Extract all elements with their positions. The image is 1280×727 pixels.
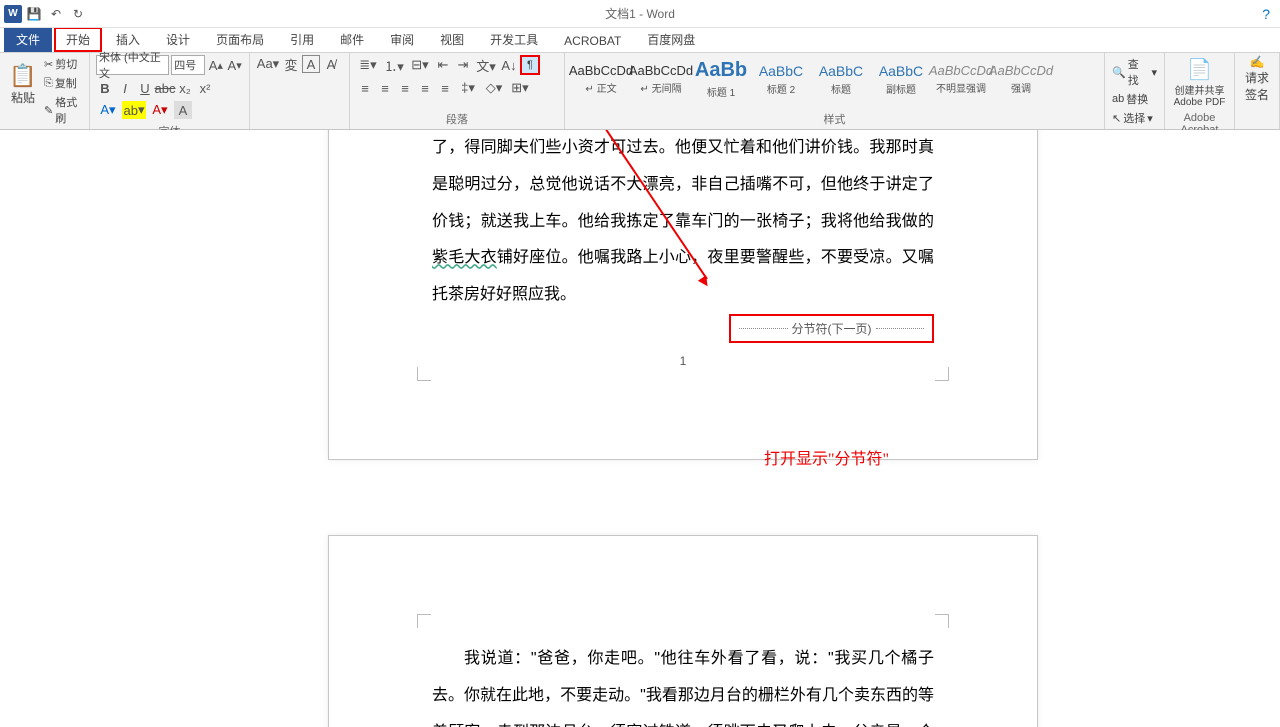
window-title: 文档1 - Word <box>605 5 675 22</box>
text-effects-button[interactable]: A▾ <box>96 101 120 119</box>
bullets-button[interactable]: ≣▾ <box>356 56 380 74</box>
cut-button[interactable]: ✂剪切 <box>42 55 83 73</box>
decrease-indent-button[interactable]: ⇤ <box>434 56 452 74</box>
style-emphasis[interactable]: AaBbCcDd强调 <box>991 55 1051 103</box>
tab-home[interactable]: 开始 <box>54 27 102 52</box>
pdf-icon: 📄 <box>1187 57 1212 82</box>
tab-mailings[interactable]: 邮件 <box>328 27 376 52</box>
superscript-button[interactable]: x² <box>196 79 214 97</box>
ribbon: 📋 粘贴 ✂剪切 ⎘复制 ✎格式刷 剪贴板 宋体 (中文正文 四号 A▴ A▾ … <box>0 52 1280 130</box>
font-color-button[interactable]: A▾ <box>148 101 172 119</box>
numbering-button[interactable]: ⒈▾ <box>382 56 406 74</box>
shading-button[interactable]: ◇▾ <box>482 79 506 97</box>
request-signature-button[interactable]: ✍ 请求 签名 <box>1241 55 1273 103</box>
tab-acrobat[interactable]: ACROBAT <box>552 30 633 52</box>
bold-button[interactable]: B <box>96 79 114 97</box>
format-painter-button[interactable]: ✎格式刷 <box>42 93 83 127</box>
tab-file[interactable]: 文件 <box>4 27 52 52</box>
paragraph-2[interactable]: 我说道："爸爸，你走吧。"他往车外看了看，说："我买几个橘子去。你就在此地，不要… <box>432 641 934 727</box>
margin-corner <box>417 614 431 628</box>
chevron-down-icon: ▾ <box>1151 66 1157 79</box>
styles-gallery[interactable]: AaBbCcDd↵ 正文 AaBbCcDd↵ 无间隔 AaBb标题 1 AaBb… <box>571 55 1098 103</box>
replace-icon: ab <box>1112 93 1124 105</box>
cursor-icon: ↖ <box>1112 112 1121 125</box>
word-app-icon: W <box>4 5 22 23</box>
increase-font-button[interactable]: A▴ <box>207 56 224 74</box>
align-right-button[interactable]: ≡ <box>396 79 414 97</box>
copy-icon: ⎘ <box>44 77 53 90</box>
paste-button[interactable]: 📋 粘贴 <box>6 55 40 113</box>
ribbon-tabs: 文件 开始 插入 设计 页面布局 引用 邮件 审阅 视图 开发工具 ACROBA… <box>0 28 1280 52</box>
style-subtle-emphasis[interactable]: AaBbCcDd不明显强调 <box>931 55 991 103</box>
style-normal[interactable]: AaBbCcDd↵ 正文 <box>571 55 631 103</box>
style-title[interactable]: AaBbC标题 <box>811 55 871 103</box>
paragraph-1[interactable]: 了，得同脚夫们些小资才可过去。他便又忙着和他们讲价钱。我那时真是聪明过分，总觉他… <box>432 130 934 314</box>
style-nospacing[interactable]: AaBbCcDd↵ 无间隔 <box>631 55 691 103</box>
brush-icon: ✎ <box>44 104 53 117</box>
copy-button[interactable]: ⎘复制 <box>42 74 83 92</box>
tab-layout[interactable]: 页面布局 <box>204 27 276 52</box>
align-left-button[interactable]: ≡ <box>356 79 374 97</box>
margin-corner <box>417 367 431 381</box>
asian-layout-button[interactable]: 文▾ <box>474 56 498 74</box>
chevron-down-icon: ▾ <box>1147 112 1153 125</box>
tab-baidu[interactable]: 百度网盘 <box>635 27 707 52</box>
group-styles-label: 样式 <box>571 109 1098 129</box>
annotation-text: 打开显示"分节符" <box>764 445 889 469</box>
page-1[interactable]: 了，得同脚夫们些小资才可过去。他便又忙着和他们讲价钱。我那时真是聪明过分，总觉他… <box>328 130 1038 460</box>
page-2[interactable]: 我说道："爸爸，你走吧。"他往车外看了看，说："我买几个橘子去。你就在此地，不要… <box>328 535 1038 727</box>
select-button[interactable]: ↖选择▾ <box>1111 109 1158 127</box>
redo-button[interactable]: ↻ <box>68 4 88 24</box>
font-name-selector[interactable]: 宋体 (中文正文 <box>96 55 169 75</box>
font-size-selector[interactable]: 四号 <box>171 55 205 75</box>
style-heading2[interactable]: AaBbC标题 2 <box>751 55 811 103</box>
italic-button[interactable]: I <box>116 79 134 97</box>
scissors-icon: ✂ <box>44 58 53 71</box>
margin-corner <box>935 614 949 628</box>
tab-references[interactable]: 引用 <box>278 27 326 52</box>
multilevel-button[interactable]: ⊟▾ <box>408 56 432 74</box>
page-number: 1 <box>680 354 687 368</box>
help-icon[interactable]: ? <box>1262 6 1270 22</box>
tab-review[interactable]: 审阅 <box>378 27 426 52</box>
clear-format-button[interactable]: A̸ <box>322 55 340 73</box>
align-distribute-button[interactable]: ≡ <box>436 79 454 97</box>
sort-button[interactable]: A↓ <box>500 56 518 74</box>
char-border-button[interactable]: A <box>302 55 320 73</box>
search-icon: 🔍 <box>1112 66 1126 79</box>
margin-corner <box>935 367 949 381</box>
underline-button[interactable]: U <box>136 79 154 97</box>
line-spacing-button[interactable]: ‡▾ <box>456 79 480 97</box>
style-subtitle[interactable]: AaBbC副标题 <box>871 55 931 103</box>
replace-button[interactable]: ab替换 <box>1111 90 1158 108</box>
borders-button[interactable]: ⊞▾ <box>508 79 532 97</box>
show-marks-button[interactable]: ¶ <box>520 55 540 75</box>
clipboard-icon: 📋 <box>9 63 36 89</box>
tab-view[interactable]: 视图 <box>428 27 476 52</box>
group-paragraph-label: 段落 <box>356 109 558 129</box>
subscript-button[interactable]: x₂ <box>176 79 194 97</box>
align-center-button[interactable]: ≡ <box>376 79 394 97</box>
change-case-button[interactable]: Aa▾ <box>256 55 280 73</box>
create-pdf-button[interactable]: 📄 创建并共享 Adobe PDF <box>1171 55 1228 110</box>
style-heading1[interactable]: AaBb标题 1 <box>691 55 751 103</box>
strike-button[interactable]: abc <box>156 79 174 97</box>
save-button[interactable]: 💾 <box>24 4 44 24</box>
decrease-font-button[interactable]: A▾ <box>226 56 243 74</box>
tab-developer[interactable]: 开发工具 <box>478 27 550 52</box>
phonetic-button[interactable]: 変 <box>282 55 300 73</box>
align-justify-button[interactable]: ≡ <box>416 79 434 97</box>
find-button[interactable]: 🔍查找▾ <box>1111 55 1158 89</box>
highlight-button[interactable]: ab▾ <box>122 101 146 119</box>
undo-button[interactable]: ↶ <box>46 4 66 24</box>
char-shading-button[interactable]: A <box>174 101 192 119</box>
section-break-indicator: 分节符(下一页) <box>729 314 934 343</box>
increase-indent-button[interactable]: ⇥ <box>454 56 472 74</box>
document-canvas[interactable]: 了，得同脚夫们些小资才可过去。他便又忙着和他们讲价钱。我那时真是聪明过分，总觉他… <box>0 130 1280 727</box>
signature-icon: ✍ <box>1241 55 1273 69</box>
